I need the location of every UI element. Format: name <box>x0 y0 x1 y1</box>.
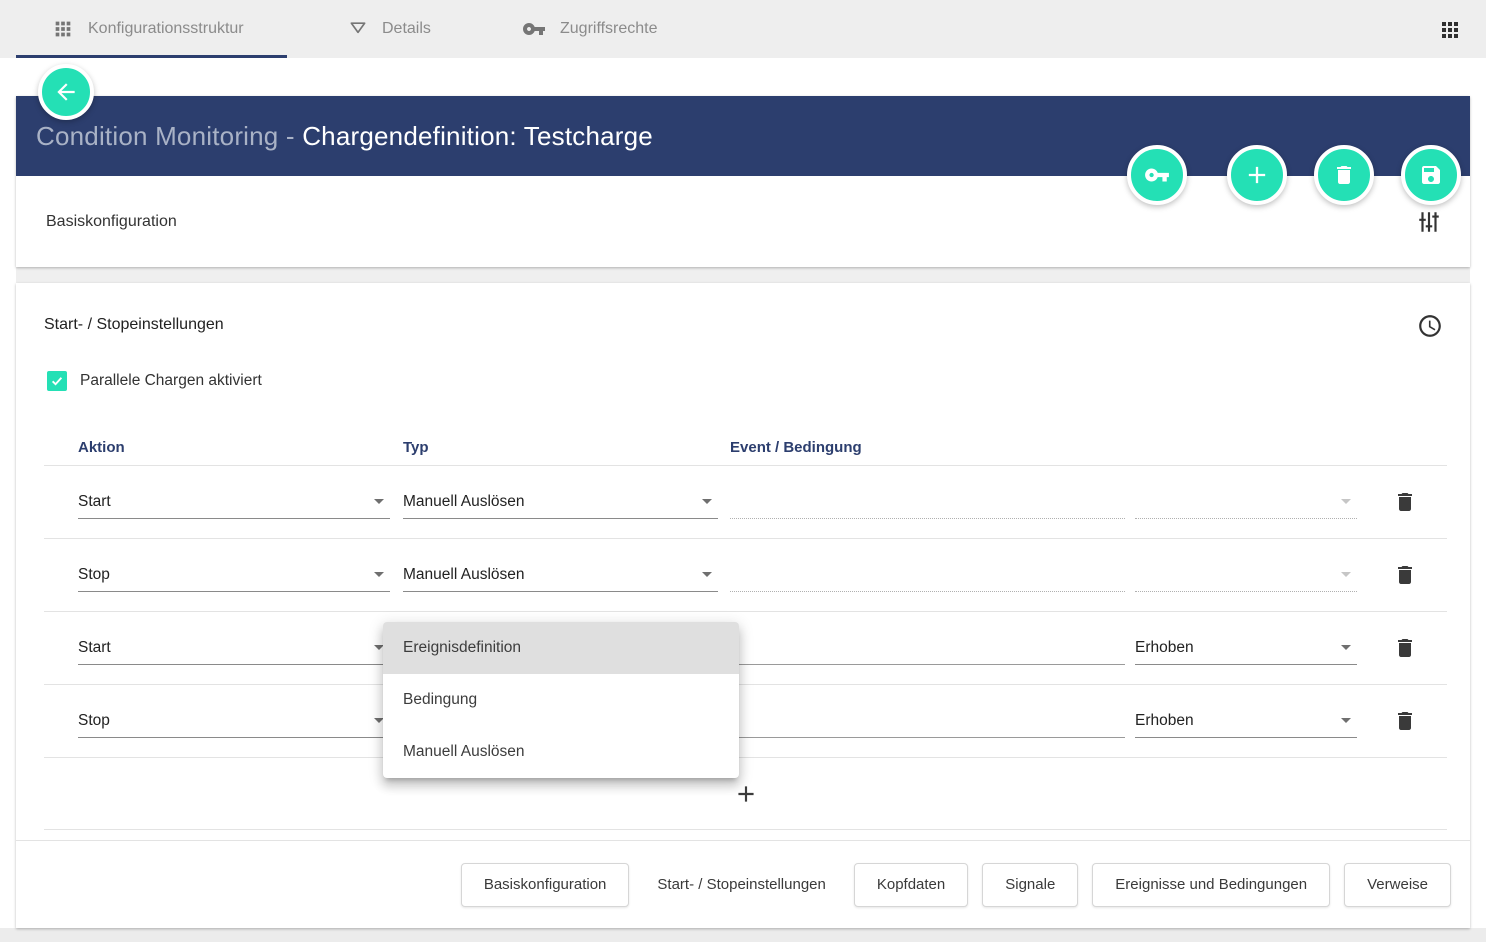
trash-icon <box>1332 163 1356 187</box>
key-icon <box>522 17 546 41</box>
permissions-button[interactable] <box>1127 145 1187 205</box>
typ-select[interactable]: Manuell Auslösen <box>403 485 718 519</box>
page-title-prefix: Condition Monitoring - <box>36 121 302 152</box>
status-select[interactable]: Erhoben <box>1135 704 1357 738</box>
status-select[interactable] <box>1135 485 1357 519</box>
table-row: Stop Manuell Auslösen <box>44 539 1447 612</box>
tab-details[interactable]: Details <box>348 0 431 58</box>
subsection-label: Basiskonfiguration <box>46 213 177 231</box>
event-field[interactable] <box>730 558 1125 592</box>
start-stop-table: Aktion Typ Event / Bedingung Start Manue… <box>44 423 1447 830</box>
table-row: Stop Erhoben <box>44 685 1447 758</box>
event-field[interactable] <box>730 704 1125 738</box>
chevron-down-icon <box>702 499 712 509</box>
top-tab-bar: Konfigurationsstruktur Details Zugriffsr… <box>0 0 1486 58</box>
status-value: Erhoben <box>1135 712 1194 730</box>
chevron-down-icon <box>702 572 712 582</box>
page-title-name: Chargendefinition: Testcharge <box>302 121 653 152</box>
nav-start-stopeinstellungen-current[interactable]: Start- / Stopeinstellungen <box>643 863 839 907</box>
add-row-button[interactable] <box>733 781 759 807</box>
event-field[interactable] <box>730 485 1125 519</box>
column-header-aktion: Aktion <box>78 439 390 456</box>
app-root: { "topbar": { "tabs": [ { "label": "Konf… <box>0 0 1486 942</box>
delete-button[interactable] <box>1314 145 1374 205</box>
section-nav: Basiskonfiguration Start- / Stopeinstell… <box>16 840 1470 928</box>
table-row: Start Erhoben <box>44 612 1447 685</box>
delete-row-button[interactable] <box>1393 490 1417 514</box>
add-row-container <box>44 758 1447 830</box>
checkbox-checked-icon[interactable] <box>47 371 67 391</box>
clock-icon[interactable] <box>1417 313 1443 339</box>
status-value: Erhoben <box>1135 639 1194 657</box>
nav-verweise-button[interactable]: Verweise <box>1344 863 1451 907</box>
tab-label: Konfigurationsstruktur <box>88 20 244 38</box>
checkbox-label: Parallele Chargen aktiviert <box>80 372 262 390</box>
status-select[interactable] <box>1135 558 1357 592</box>
aktion-value: Stop <box>78 566 110 584</box>
chevron-down-icon <box>1341 572 1351 582</box>
column-header-event: Event / Bedingung <box>730 439 1125 456</box>
tune-sliders-icon[interactable] <box>1416 209 1442 235</box>
nav-basiskonfiguration-button[interactable]: Basiskonfiguration <box>461 863 630 907</box>
arrow-left-icon <box>53 79 79 105</box>
add-button[interactable] <box>1227 145 1287 205</box>
tab-label: Zugriffsrechte <box>560 20 658 38</box>
nav-kopfdaten-button[interactable]: Kopfdaten <box>854 863 968 907</box>
key-icon <box>1144 162 1170 188</box>
apps-grid-icon[interactable] <box>1438 18 1462 42</box>
delete-row-button[interactable] <box>1393 709 1417 733</box>
aktion-select[interactable]: Start <box>78 631 390 665</box>
save-button[interactable] <box>1401 145 1461 205</box>
active-tab-indicator <box>16 55 287 58</box>
plus-icon <box>1243 161 1271 189</box>
filter-icon <box>348 19 368 39</box>
aktion-value: Stop <box>78 712 110 730</box>
nav-signale-button[interactable]: Signale <box>982 863 1078 907</box>
typ-dropdown-menu: Ereignisdefinition Bedingung Manuell Aus… <box>383 622 739 778</box>
chevron-down-icon <box>374 572 384 582</box>
aktion-select[interactable]: Stop <box>78 558 390 592</box>
table-header-row: Aktion Typ Event / Bedingung <box>44 423 1447 466</box>
status-select[interactable]: Erhoben <box>1135 631 1357 665</box>
tab-label: Details <box>382 20 431 38</box>
column-header-typ: Typ <box>403 439 718 456</box>
chevron-down-icon <box>1341 499 1351 509</box>
page-bottom-gap <box>0 928 1486 942</box>
event-field[interactable] <box>730 631 1125 665</box>
chevron-down-icon <box>1341 645 1351 655</box>
aktion-select[interactable]: Stop <box>78 704 390 738</box>
back-button[interactable] <box>38 64 94 120</box>
chevron-down-icon <box>374 499 384 509</box>
grid-icon <box>52 18 74 40</box>
delete-row-button[interactable] <box>1393 563 1417 587</box>
aktion-value: Start <box>78 639 111 657</box>
panel-title: Start- / Stopeinstellungen <box>44 316 224 334</box>
typ-select[interactable]: Manuell Auslösen <box>403 558 718 592</box>
typ-value: Manuell Auslösen <box>403 566 525 584</box>
tab-zugriffsrechte[interactable]: Zugriffsrechte <box>522 0 658 58</box>
menu-item-ereignisdefinition[interactable]: Ereignisdefinition <box>383 622 739 674</box>
aktion-value: Start <box>78 493 111 511</box>
table-row: Start Manuell Auslösen <box>44 466 1447 539</box>
delete-row-button[interactable] <box>1393 636 1417 660</box>
menu-item-manuell-ausloesen[interactable]: Manuell Auslösen <box>383 726 739 778</box>
chevron-down-icon <box>1341 718 1351 728</box>
menu-item-bedingung[interactable]: Bedingung <box>383 674 739 726</box>
parallel-charges-toggle[interactable]: Parallele Chargen aktiviert <box>47 371 262 391</box>
start-stop-settings-card: Start- / Stopeinstellungen Parallele Cha… <box>16 283 1470 928</box>
tab-konfigurationsstruktur[interactable]: Konfigurationsstruktur <box>52 0 244 58</box>
nav-ereignisse-und-bedingungen-button[interactable]: Ereignisse und Bedingungen <box>1092 863 1330 907</box>
typ-value: Manuell Auslösen <box>403 493 525 511</box>
save-icon <box>1419 163 1443 187</box>
aktion-select[interactable]: Start <box>78 485 390 519</box>
card-gap <box>16 267 1470 283</box>
